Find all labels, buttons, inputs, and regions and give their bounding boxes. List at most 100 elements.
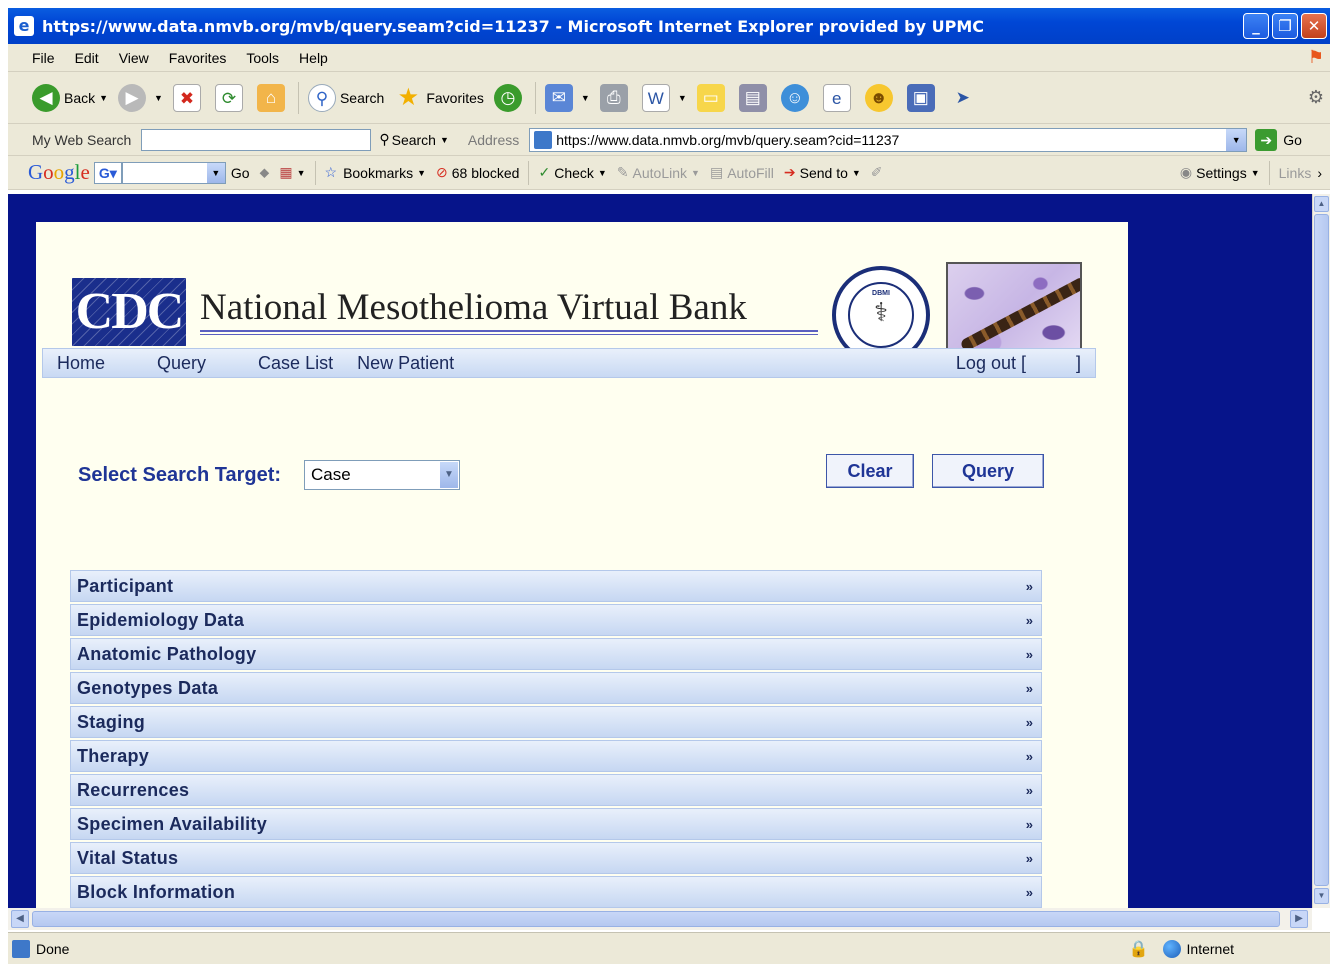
settings-dropdown-icon[interactable]: ▼	[1251, 168, 1260, 178]
forward-button[interactable]: ▶ ▼	[118, 83, 163, 112]
double-chevron-right-icon[interactable]: »	[1026, 885, 1033, 900]
google-search-input[interactable]: ▼	[121, 161, 226, 184]
scroll-up-icon[interactable]: ▲	[1314, 196, 1329, 212]
popup-blocker-button[interactable]: ⊘ 68 blocked	[436, 164, 519, 181]
nav-case-list[interactable]: Case List	[258, 353, 333, 374]
cdc-logo[interactable]: CDC	[72, 278, 186, 346]
double-chevron-right-icon[interactable]: »	[1026, 715, 1033, 730]
menu-edit[interactable]: Edit	[65, 50, 109, 66]
scroll-right-icon[interactable]: ▶	[1290, 910, 1308, 928]
send-to-button[interactable]: ➔ Send to ▼	[784, 164, 861, 181]
print-button[interactable]: ⎙	[599, 83, 632, 112]
menu-favorites[interactable]: Favorites	[159, 50, 237, 66]
google-go-button[interactable]: Go	[231, 165, 250, 181]
search-target-select[interactable]: Case ▼	[304, 460, 460, 490]
query-button[interactable]: Query	[932, 454, 1044, 488]
go-button[interactable]: ➔ Go	[1255, 128, 1302, 151]
monitor-button[interactable]: ▣	[906, 83, 939, 112]
history-button[interactable]: ◷	[493, 83, 526, 112]
double-chevron-right-icon[interactable]: »	[1026, 681, 1033, 696]
research-button[interactable]: ▤	[738, 83, 771, 112]
section-staging[interactable]: Staging »	[70, 706, 1042, 738]
back-button[interactable]: ◀ Back ▼	[32, 83, 108, 112]
window-titlebar[interactable]: e https://www.data.nmvb.org/mvb/query.se…	[8, 8, 1330, 44]
mail-button[interactable]: ✉ ▼	[544, 83, 590, 112]
minimize-button[interactable]: _	[1243, 13, 1269, 39]
double-chevron-right-icon[interactable]: »	[1026, 613, 1033, 628]
chevron-down-icon[interactable]: ▼	[440, 462, 458, 488]
section-genotypes-data[interactable]: Genotypes Data »	[70, 672, 1042, 704]
edit-button[interactable]: W ▼	[641, 83, 687, 112]
menu-tools[interactable]: Tools	[236, 50, 289, 66]
clear-button[interactable]: Clear	[826, 454, 914, 488]
scroll-left-icon[interactable]: ◀	[11, 910, 29, 928]
section-specimen-availability[interactable]: Specimen Availability »	[70, 808, 1042, 840]
highlight-button[interactable]: ✐	[871, 164, 883, 181]
stop-button[interactable]: ✖	[172, 83, 205, 112]
send-to-dropdown-icon[interactable]: ▼	[852, 168, 861, 178]
double-chevron-right-icon[interactable]: »	[1026, 749, 1033, 764]
pointer-button[interactable]: ➤	[949, 84, 981, 112]
discuss-button[interactable]: ▭	[696, 83, 729, 112]
refresh-button[interactable]: ⟳	[214, 83, 247, 112]
scroll-down-icon[interactable]: ▼	[1314, 888, 1329, 904]
double-chevron-right-icon[interactable]: »	[1026, 579, 1033, 594]
restore-button[interactable]: ❐	[1272, 13, 1298, 39]
messenger-button[interactable]: ☺	[780, 83, 813, 112]
double-chevron-right-icon[interactable]: »	[1026, 783, 1033, 798]
nav-new-patient[interactable]: New Patient	[357, 353, 454, 374]
google-menu-button[interactable]: G▾	[93, 161, 122, 184]
menu-view[interactable]: View	[109, 50, 159, 66]
back-dropdown-icon[interactable]: ▼	[99, 93, 108, 103]
section-recurrences[interactable]: Recurrences »	[70, 774, 1042, 806]
smiley-button[interactable]: ☻	[864, 83, 897, 112]
horizontal-scrollbar[interactable]: ◀ ▶	[8, 908, 1312, 930]
section-epidemiology-data[interactable]: Epidemiology Data »	[70, 604, 1042, 636]
section-participant[interactable]: Participant »	[70, 570, 1042, 602]
google-search-dropdown-icon[interactable]: ▼	[206, 162, 225, 183]
double-chevron-right-icon[interactable]: »	[1026, 851, 1033, 866]
horizontal-scroll-thumb[interactable]	[32, 911, 1280, 927]
news-button[interactable]: ▦ ▼	[279, 164, 305, 181]
section-vital-status[interactable]: Vital Status »	[70, 842, 1042, 874]
section-block-information[interactable]: Block Information »	[70, 876, 1042, 908]
news-dropdown-icon[interactable]: ▼	[297, 168, 306, 178]
toolbar-extra-button[interactable]: ⚙	[1308, 87, 1324, 108]
vertical-scrollbar[interactable]: ▲ ▼	[1312, 194, 1330, 908]
address-field[interactable]: https://www.data.nmvb.org/mvb/query.seam…	[529, 127, 1248, 152]
menu-file[interactable]: File	[22, 50, 65, 66]
forward-dropdown-icon[interactable]: ▼	[154, 93, 163, 103]
logout-link[interactable]: Log out [ ]	[956, 353, 1081, 374]
spellcheck-button[interactable]: ✓ Check ▼	[538, 164, 606, 181]
nav-home[interactable]: Home	[57, 353, 105, 374]
autolink-button[interactable]: ✎ AutoLink ▼	[617, 164, 700, 181]
autofill-button[interactable]: ▤ AutoFill	[710, 164, 774, 181]
address-dropdown-icon[interactable]: ▼	[1226, 128, 1247, 151]
close-button[interactable]: ✕	[1301, 13, 1327, 39]
lock-icon[interactable]: 🔒	[1129, 939, 1149, 959]
autolink-dropdown-icon[interactable]: ▼	[691, 168, 700, 178]
check-dropdown-icon[interactable]: ▼	[598, 168, 607, 178]
nav-query[interactable]: Query	[157, 353, 206, 374]
double-chevron-right-icon[interactable]: »	[1026, 817, 1033, 832]
menu-help[interactable]: Help	[289, 50, 338, 66]
mail-dropdown-icon[interactable]: ▼	[581, 93, 590, 103]
favorites-button[interactable]: ★ Favorites	[394, 84, 484, 112]
search-button[interactable]: ⚲ Search	[307, 83, 384, 112]
section-therapy[interactable]: Therapy »	[70, 740, 1042, 772]
ie-extra-button[interactable]: e	[822, 83, 855, 112]
pagerank-button[interactable]: ⬥	[260, 164, 270, 181]
bookmarks-dropdown-icon[interactable]: ▼	[417, 168, 426, 178]
section-anatomic-pathology[interactable]: Anatomic Pathology »	[70, 638, 1042, 670]
links-button[interactable]: Links ›	[1279, 165, 1322, 181]
address-url[interactable]: https://www.data.nmvb.org/mvb/query.seam…	[556, 132, 1226, 148]
my-web-search-dropdown-icon[interactable]: ▼	[440, 135, 449, 145]
bookmarks-button[interactable]: ☆ Bookmarks ▼	[325, 164, 427, 181]
home-button[interactable]: ⌂	[256, 83, 289, 112]
edit-dropdown-icon[interactable]: ▼	[678, 93, 687, 103]
my-web-search-button[interactable]: ⚲ Search ▼	[379, 131, 449, 148]
vertical-scroll-thumb[interactable]	[1314, 214, 1329, 886]
my-web-search-input[interactable]	[141, 128, 372, 151]
settings-button[interactable]: ◉ Settings ▼	[1180, 164, 1260, 181]
double-chevron-right-icon[interactable]: »	[1026, 647, 1033, 662]
